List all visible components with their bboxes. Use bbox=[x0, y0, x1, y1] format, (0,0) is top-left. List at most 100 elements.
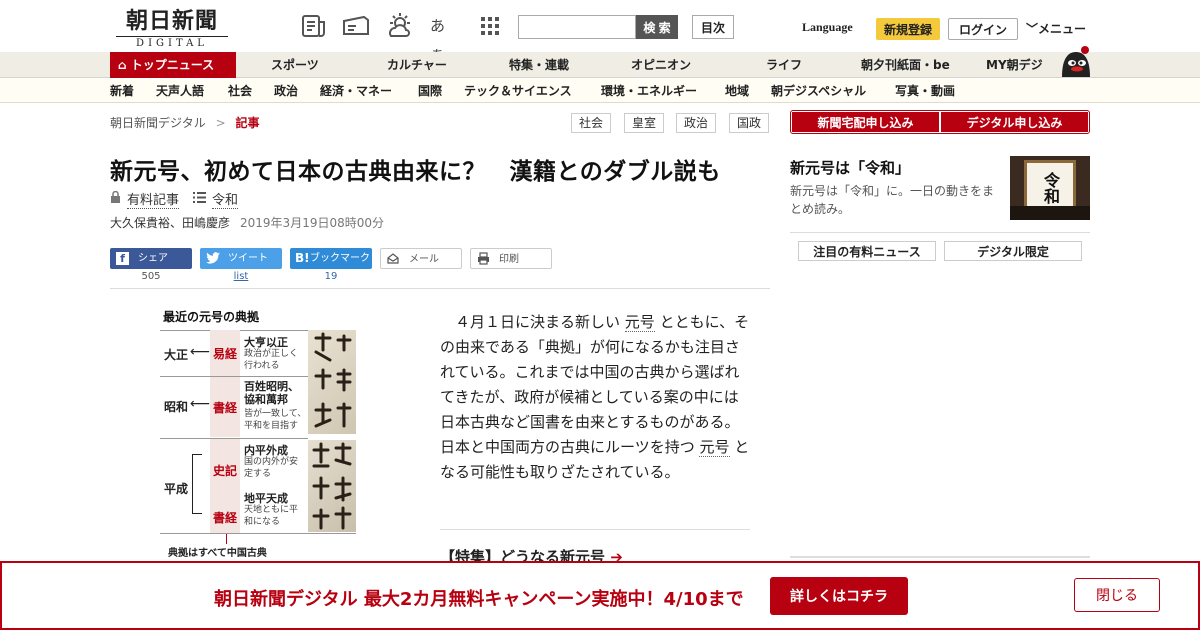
print-icon bbox=[477, 252, 490, 273]
menu-button[interactable]: ﹀メニュー bbox=[1026, 20, 1086, 37]
article-figure[interactable]: 最近の元号の典拠 大正 ⟵ 易経 大亨以正 政治が正しく行われる 昭和 ⟵ 書経… bbox=[160, 306, 360, 566]
nav-item-opinion[interactable]: オピニオン bbox=[631, 52, 691, 78]
nav-item-sports[interactable]: スポーツ bbox=[271, 52, 319, 78]
site-header: 朝日新聞 DIGITAL あぁ 検 索 目次 Language 新規登録 ログイ… bbox=[0, 0, 1200, 63]
paid-article-link[interactable]: 有料記事 bbox=[127, 189, 180, 209]
twitter-icon bbox=[206, 251, 221, 273]
tag-society[interactable]: 社会 bbox=[571, 113, 612, 133]
language-link[interactable]: Language bbox=[802, 20, 853, 35]
tag-politics[interactable]: 政治 bbox=[676, 113, 717, 133]
era-showa: 昭和 bbox=[164, 400, 189, 414]
breadcrumb-current: 記事 bbox=[235, 116, 260, 130]
bracket bbox=[192, 454, 202, 514]
desc-heisei-1: 国の内外が安定する bbox=[244, 457, 299, 479]
tab-digital-only[interactable]: デジタル限定 bbox=[944, 241, 1082, 261]
arrow-left-icon: ⟵ bbox=[190, 344, 211, 360]
tab-paid-news[interactable]: 注目の有料ニュース bbox=[798, 241, 936, 261]
subscribe-paper-button[interactable]: 新聞宅配申し込み bbox=[792, 112, 939, 132]
nav2-item-economy[interactable]: 経済・マネー bbox=[320, 79, 392, 103]
figure-footnote: 典拠はすべて中国古典 bbox=[168, 548, 267, 559]
mascot-icon[interactable] bbox=[1058, 44, 1092, 78]
nav-item-life[interactable]: ライフ bbox=[766, 52, 802, 78]
nav2-item-new[interactable]: 新着 bbox=[110, 79, 134, 103]
nav-item-culture[interactable]: カルチャー bbox=[387, 52, 447, 78]
home-icon: ⌂ bbox=[118, 58, 131, 72]
publish-date: 2019年3月19日08時00分 bbox=[240, 216, 384, 230]
nav2-item-tech[interactable]: テック＆サイエンス bbox=[464, 79, 572, 103]
source-shokyo: 書経 bbox=[210, 377, 240, 437]
nav2-item-politics[interactable]: 政治 bbox=[274, 79, 298, 103]
tag-national-politics[interactable]: 国政 bbox=[729, 113, 770, 133]
newspaper-icon[interactable] bbox=[300, 12, 328, 40]
sidebar-feature-title[interactable]: 新元号は「令和」 bbox=[790, 157, 910, 178]
sidebar-feature-image[interactable]: 令和 bbox=[1010, 156, 1090, 220]
facebook-share-button[interactable]: f シェア bbox=[110, 248, 192, 269]
print-button[interactable]: 印刷 bbox=[470, 248, 552, 269]
figure-title: 最近の元号の典拠 bbox=[163, 310, 260, 324]
sidebar-divider bbox=[790, 232, 1090, 233]
sidebar-divider-2 bbox=[790, 556, 1090, 558]
desc-heisei-2: 天地ともに平和になる bbox=[244, 505, 299, 527]
keyword-gengo-link[interactable]: 元号 bbox=[624, 313, 655, 332]
twitter-list-link[interactable]: list bbox=[200, 271, 282, 282]
byline: 大久保貴裕、田嶋慶彦 2019年3月19日08時00分 bbox=[110, 214, 384, 231]
register-button[interactable]: 新規登録 bbox=[876, 18, 940, 40]
nav-item-my[interactable]: MY朝デジ bbox=[986, 52, 1043, 78]
site-logo[interactable]: 朝日新聞 DIGITAL bbox=[116, 8, 228, 49]
print-label: 印刷 bbox=[499, 254, 519, 265]
nav-top-label: トップニュース bbox=[130, 58, 215, 72]
search-button[interactable]: 検 索 bbox=[636, 15, 678, 39]
topic-link[interactable]: 令和 bbox=[212, 189, 239, 209]
banner-text: 朝日新聞デジタル 最大2カ月無料キャンペーン実施中！4/10まで bbox=[214, 589, 744, 610]
twitter-share-label: ツイート bbox=[228, 253, 268, 264]
hatena-bookmark-button[interactable]: B! ブックマーク bbox=[290, 248, 372, 269]
figure-rule-bottom bbox=[160, 533, 356, 534]
body-divider bbox=[440, 529, 750, 530]
login-button[interactable]: ログイン bbox=[948, 18, 1018, 40]
era-heisei: 平成 bbox=[164, 482, 189, 496]
body-text-1: ４月１日に決まる新しい bbox=[455, 313, 621, 331]
nav-item-features[interactable]: 特集・連載 bbox=[509, 52, 569, 78]
nav-top-news[interactable]: ⌂ トップニュース bbox=[110, 52, 236, 78]
nav2-item-society[interactable]: 社会 bbox=[228, 79, 252, 103]
image-shadow bbox=[1010, 206, 1090, 220]
ticket-icon[interactable] bbox=[342, 12, 370, 40]
subscribe-digital-button[interactable]: デジタル申し込み bbox=[941, 112, 1088, 132]
nav2-item-tensei[interactable]: 天声人語 bbox=[156, 79, 204, 103]
article-headline: 新元号、初めて日本の古典由来に？ 漢籍とのダブル説も bbox=[110, 159, 721, 185]
mail-button[interactable]: メール bbox=[380, 248, 462, 269]
arrow-left-icon: ⟵ bbox=[190, 396, 211, 412]
source-ekikyo: 易経 bbox=[210, 330, 240, 376]
keyword-gengo-link-2[interactable]: 元号 bbox=[699, 438, 730, 457]
nav2-item-photo[interactable]: 写真・動画 bbox=[895, 79, 955, 103]
calligraphy-photo-2 bbox=[308, 440, 356, 532]
banner-close-button[interactable]: 閉じる bbox=[1074, 578, 1160, 612]
list-icon bbox=[193, 191, 207, 207]
weather-icon[interactable] bbox=[386, 12, 414, 40]
nav-item-paper[interactable]: 朝夕刊紙面・be bbox=[861, 52, 950, 78]
font-size-icon[interactable]: あぁ bbox=[430, 12, 458, 63]
primary-nav: ⌂ トップニュース スポーツ カルチャー 特集・連載 オピニオン ライフ 朝夕刊… bbox=[0, 46, 1200, 78]
logo-japanese: 朝日新聞 bbox=[125, 8, 218, 34]
nav2-item-special[interactable]: 朝デジスペシャル bbox=[771, 79, 866, 103]
subscribe-buttons: 新聞宅配申し込み デジタル申し込み bbox=[790, 110, 1090, 134]
nav2-item-environment[interactable]: 環境・エネルギー bbox=[601, 79, 697, 103]
banner-detail-button[interactable]: 詳しくはコチラ bbox=[770, 577, 908, 615]
nav2-item-region[interactable]: 地域 bbox=[725, 79, 749, 103]
tag-imperial[interactable]: 皇室 bbox=[624, 113, 665, 133]
authors: 大久保貴裕、田嶋慶彦 bbox=[110, 216, 231, 230]
facebook-icon: f bbox=[116, 252, 129, 265]
breadcrumb-home[interactable]: 朝日新聞デジタル bbox=[110, 116, 206, 130]
grid-icon[interactable] bbox=[478, 12, 506, 40]
secondary-nav: 新着 天声人語 社会 政治 経済・マネー 国際 テック＆サイエンス 環境・エネル… bbox=[0, 79, 1200, 103]
mail-icon bbox=[387, 251, 399, 273]
desc-taisho: 政治が正しく行われる bbox=[244, 349, 299, 371]
source-shokyo-2: 書経 bbox=[210, 501, 240, 533]
twitter-share-button[interactable]: ツイート bbox=[200, 248, 282, 269]
lock-icon bbox=[110, 190, 121, 207]
nav2-item-international[interactable]: 国際 bbox=[418, 79, 442, 103]
toc-button[interactable]: 目次 bbox=[692, 15, 734, 39]
era-taisho: 大正 bbox=[164, 348, 189, 362]
desc-showa: 皆が一致して、平和を目指す bbox=[244, 409, 307, 431]
search-input[interactable] bbox=[518, 15, 636, 39]
